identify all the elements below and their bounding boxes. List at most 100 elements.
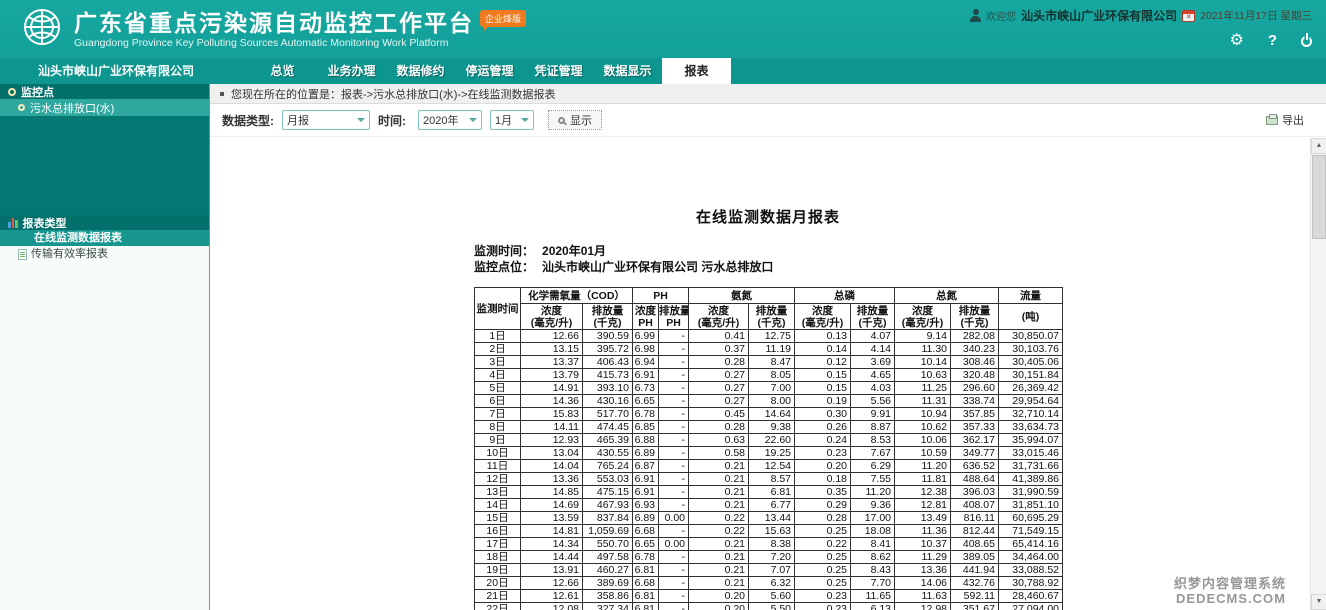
value-cell: 32,710.14 [999,408,1063,421]
search-icon [558,117,565,124]
value-cell: 6.81 [633,603,659,610]
value-cell: 14.64 [749,408,795,421]
value-cell: 0.00 [659,538,689,551]
table-row: 15日13.59837.846.890.000.2213.440.2817.00… [475,512,1063,525]
value-cell: 33,634.73 [999,421,1063,434]
value-cell: 41,389.86 [999,473,1063,486]
export-button[interactable]: 导出 [1266,112,1304,128]
day-cell: 21日 [475,590,521,603]
value-cell: 0.28 [689,356,749,369]
nav-tab-1[interactable]: 业务办理 [317,58,386,84]
day-cell: 2日 [475,343,521,356]
value-cell: 0.41 [689,330,749,343]
value-cell: 6.13 [851,603,895,610]
value-cell: 11.63 [895,590,951,603]
value-cell: 6.81 [749,486,795,499]
value-cell: 0.23 [795,447,851,460]
value-cell: 30,788.92 [999,577,1063,590]
sidebar-item-label: 传输有效率报表 [31,246,108,262]
chevron-down-icon [521,118,529,126]
value-cell: 71,549.15 [999,525,1063,538]
value-cell: 14.69 [521,499,583,512]
edition-badge: 企业烽版 [480,10,526,27]
value-cell: 592.11 [951,590,999,603]
value-cell: 6.99 [633,330,659,343]
show-button[interactable]: 显示 [548,110,602,130]
table-row: 4日13.79415.736.91-0.278.050.154.6510.633… [475,369,1063,382]
export-printer-icon [1266,116,1278,125]
show-button-label: 显示 [570,112,592,128]
value-cell: 6.32 [749,577,795,590]
table-header-sub: 排放量(千克) [749,304,795,330]
value-cell: 0.15 [795,382,851,395]
value-cell: 0.13 [795,330,851,343]
table-row: 12日13.36553.036.91-0.218.570.187.5511.81… [475,473,1063,486]
scrollbar-thumb[interactable] [1312,155,1326,239]
time-label: 时间: [378,112,406,129]
value-cell: 7.70 [851,577,895,590]
nav-tab-2[interactable]: 数据修约 [386,58,455,84]
value-cell: 460.27 [583,564,633,577]
value-cell: 0.21 [689,473,749,486]
platform-title-en: Guangdong Province Key Polluting Sources… [74,37,474,49]
nav-tab-4[interactable]: 凭证管理 [524,58,593,84]
user-icon [970,16,981,22]
table-header-group: 总氮 [895,288,999,304]
export-button-label: 导出 [1282,112,1304,128]
nav-tab-3[interactable]: 停运管理 [455,58,524,84]
welcome-label: 欢迎您 [986,8,1016,23]
value-cell: 0.58 [689,447,749,460]
target-icon [8,88,16,96]
table-row: 5日14.91393.106.73-0.277.000.154.0311.252… [475,382,1063,395]
value-cell: 6.94 [633,356,659,369]
value-cell: 0.22 [689,525,749,538]
value-cell: 15.63 [749,525,795,538]
value-cell: 4.03 [851,382,895,395]
nav-tabs: 总览业务办理数据修约停运管理凭证管理数据显示报表 [248,58,731,84]
day-cell: 4日 [475,369,521,382]
help-icon[interactable]: ? [1268,33,1277,49]
value-cell: 0.21 [689,460,749,473]
value-cell: 12.66 [521,330,583,343]
value-cell: 357.85 [951,408,999,421]
settings-gear-icon[interactable]: ⚙ [1229,33,1243,49]
value-cell: 26,369.42 [999,382,1063,395]
value-cell: 13.59 [521,512,583,525]
value-cell: - [659,356,689,369]
value-cell: - [659,486,689,499]
vertical-scrollbar[interactable]: ▲ ▼ [1310,138,1326,610]
nav-tab-0[interactable]: 总览 [248,58,317,84]
value-cell: - [659,473,689,486]
nav-tab-6[interactable]: 报表 [662,58,731,84]
scroll-down-icon[interactable]: ▼ [1311,594,1326,610]
scroll-up-icon[interactable]: ▲ [1311,138,1326,154]
value-cell: 0.22 [795,538,851,551]
value-cell: 65,414.16 [999,538,1063,551]
sidebar-item-online-monitoring-report[interactable]: 在线监测数据报表 [0,230,209,246]
year-select[interactable]: 2020年 [418,110,482,130]
value-cell: 30,850.07 [999,330,1063,343]
value-cell: 12.93 [521,434,583,447]
value-cell: 4.65 [851,369,895,382]
sidebar-item-outfall-water[interactable]: 污水总排放口(水) [0,99,209,116]
value-cell: - [659,447,689,460]
day-cell: 3日 [475,356,521,369]
app-header: 广东省重点污染源自动监控工作平台 Guangdong Province Key … [0,0,1326,58]
value-cell: 6.68 [633,525,659,538]
data-type-select[interactable]: 月报 [282,110,370,130]
logout-power-icon[interactable] [1301,36,1312,47]
value-cell: 5.60 [749,590,795,603]
value-cell: 27,094.00 [999,603,1063,610]
value-cell: - [659,343,689,356]
sidebar-item-transmission-rate-report[interactable]: 传输有效率报表 [0,246,209,262]
value-cell: 308.46 [951,356,999,369]
value-cell: 0.23 [795,590,851,603]
value-cell: 406.43 [583,356,633,369]
value-cell: - [659,382,689,395]
value-cell: 60,695.29 [999,512,1063,525]
value-cell: 0.19 [795,395,851,408]
nav-tab-5[interactable]: 数据显示 [593,58,662,84]
month-select[interactable]: 1月 [490,110,534,130]
logged-in-company[interactable]: 汕头市峡山广业环保有限公司 [1021,7,1177,24]
value-cell: 389.05 [951,551,999,564]
